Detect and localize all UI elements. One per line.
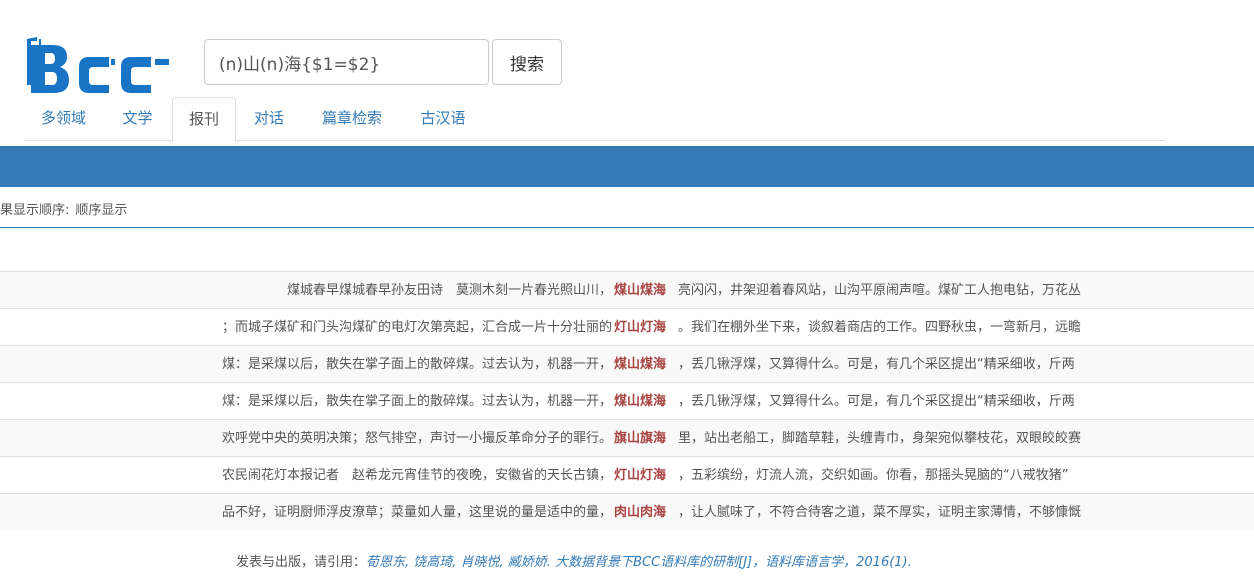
result-row: 欢呼党中央的英明决策；怒气排空，声讨一小撮反革命分子的罪行。 旗山旗海 里，站出…	[0, 419, 1254, 456]
bcc-logo	[27, 37, 169, 93]
match-keyword[interactable]: 灯山灯海	[614, 309, 666, 346]
results-list: 煤城春早煤城春早孙友田诗 莫测木刻一片春光照山川， 煤山煤海 亮闪闪，井架迎着春…	[0, 271, 1254, 530]
result-row: 煤：是采煤以后，散失在掌子面上的散碎煤。过去认为，机器一开， 煤山煤海 ，丢几锹…	[0, 345, 1254, 382]
context-left: ；而城子煤矿和门头沟煤矿的电灯次第亮起，汇合成一片十分壮丽的	[221, 320, 612, 335]
divider	[0, 227, 1254, 228]
tab-dialogue[interactable]: 对话	[236, 97, 302, 141]
context-left: 煤：是采煤以后，散失在掌子面上的散碎煤。过去认为，机器一开，	[221, 394, 612, 409]
citation-prefix: 发表与出版，请引用：	[236, 555, 367, 570]
match-keyword[interactable]: 灯山灯海	[614, 457, 666, 494]
citation-footer: 发表与出版，请引用：荀恩东, 饶高琦, 肖晓悦, 臧娇娇. 大数据背景下BCC语…	[236, 551, 912, 570]
context-right: 亮闪闪，井架迎着春风站，山沟平原闹声喧。煤矿工人抱电钻，万花丛	[678, 283, 1082, 298]
match-keyword[interactable]: 旗山旗海	[614, 420, 666, 457]
context-right: ，五彩缤纷，灯流人流，交织如画。你看，那摇头晃脑的“八戒牧猪”	[678, 468, 1069, 483]
result-row: ；而城子煤矿和门头沟煤矿的电灯次第亮起，汇合成一片十分壮丽的 灯山灯海 。我们在…	[0, 308, 1254, 345]
citation-link[interactable]: 荀恩东, 饶高琦, 肖晓悦, 臧娇娇. 大数据背景下BCC语料库的研制[J]，语…	[366, 555, 912, 570]
context-left: 农民闹花灯本报记者 赵希龙元宵佳节的夜晚，安徽省的天长古镇，	[221, 468, 612, 483]
result-order-value[interactable]: 顺序显示	[75, 203, 127, 218]
result-order-label: 果显示顺序:	[0, 203, 70, 218]
context-right: ，让人腻味了，不符合待客之道，菜不厚实，证明主家薄情，不够慷慨	[678, 505, 1082, 520]
result-order: 果显示顺序: 顺序显示	[0, 199, 127, 218]
header-bar	[0, 146, 1254, 187]
match-keyword[interactable]: 肉山肉海	[614, 494, 666, 531]
tab-literature[interactable]: 文学	[103, 97, 172, 141]
context-right: ，丢几锹浮煤，又算得什么。可是，有几个采区提出“精采细收，斤两	[678, 394, 1075, 409]
tab-discourse-search[interactable]: 篇章检索	[302, 97, 402, 141]
result-row: 品不好，证明厨师浮皮潦草；菜量如人量，这里说的量是适中的量， 肉山肉海 ，让人腻…	[0, 493, 1254, 530]
match-keyword[interactable]: 煤山煤海	[614, 272, 666, 309]
result-row: 煤城春早煤城春早孙友田诗 莫测木刻一片春光照山川， 煤山煤海 亮闪闪，井架迎着春…	[0, 271, 1254, 308]
result-row: 农民闹花灯本报记者 赵希龙元宵佳节的夜晚，安徽省的天长古镇， 灯山灯海 ，五彩缤…	[0, 456, 1254, 493]
corpus-tabs: 多领域 文学 报刊 对话 篇章检索 古汉语	[24, 97, 1165, 142]
context-left: 品不好，证明厨师浮皮潦草；菜量如人量，这里说的量是适中的量，	[221, 505, 612, 520]
search-input[interactable]	[204, 39, 489, 85]
context-left: 煤：是采煤以后，散失在掌子面上的散碎煤。过去认为，机器一开，	[221, 357, 612, 372]
context-left: 欢呼党中央的英明决策；怒气排空，声讨一小撮反革命分子的罪行。	[221, 431, 612, 446]
tab-classical-chinese[interactable]: 古汉语	[402, 97, 484, 141]
match-keyword[interactable]: 煤山煤海	[614, 346, 666, 383]
tab-multi-domain[interactable]: 多领域	[24, 97, 103, 141]
context-left: 煤城春早煤城春早孙友田诗 莫测木刻一片春光照山川，	[286, 283, 612, 298]
match-keyword[interactable]: 煤山煤海	[614, 383, 666, 420]
context-right: 。我们在棚外坐下来，谈叙着商店的工作。四野秋虫，一弯新月，远瞻	[678, 320, 1082, 335]
context-right: 里，站出老船工，脚踏草鞋，头缠青巾，身架宛似攀枝花，双眼皎皎赛	[678, 431, 1082, 446]
search-button[interactable]: 搜索	[492, 39, 562, 85]
result-row: 煤：是采煤以后，散失在掌子面上的散碎煤。过去认为，机器一开， 煤山煤海 ，丢几锹…	[0, 382, 1254, 419]
tab-newspaper[interactable]: 报刊	[172, 97, 236, 142]
context-right: ，丢几锹浮煤，又算得什么。可是，有几个采区提出“精采细收，斤两	[678, 357, 1075, 372]
